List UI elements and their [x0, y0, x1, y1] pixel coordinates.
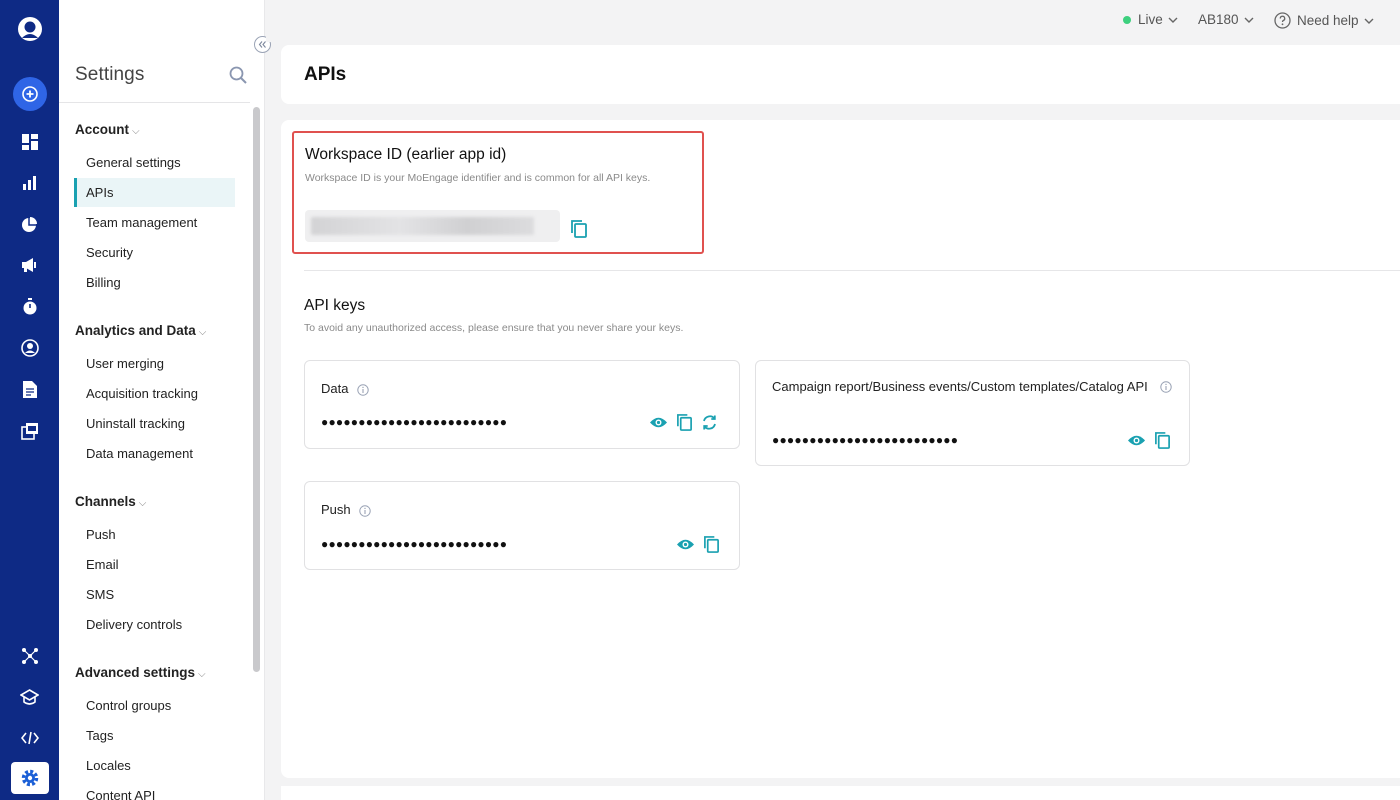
chevron-down-icon: [1244, 17, 1254, 23]
divider: [304, 270, 1400, 271]
workspace-id-description: Workspace ID is your MoEngage identifier…: [305, 172, 651, 184]
timer-icon[interactable]: [0, 297, 59, 315]
sidebar-item-general-settings[interactable]: General settings: [74, 148, 235, 177]
info-icon[interactable]: [357, 383, 369, 396]
sidebar-item-acquisition-tracking[interactable]: Acquisition tracking: [74, 379, 235, 408]
environment-label: Live: [1138, 12, 1163, 27]
footer-strip: [281, 786, 1400, 800]
integrations-icon[interactable]: [0, 646, 59, 666]
eye-icon[interactable]: [1127, 434, 1146, 447]
section-analytics-and-data[interactable]: Analytics and Data ⌵: [75, 323, 206, 338]
workspace-label: AB180: [1198, 12, 1239, 27]
status-dot: [1123, 15, 1131, 24]
api-key-card-data: Data ●●●●●●●●●●●●●●●●●●●●●●●●●: [304, 360, 740, 449]
copy-icon[interactable]: [570, 219, 588, 244]
api-key-masked-value: ●●●●●●●●●●●●●●●●●●●●●●●●●: [772, 433, 959, 447]
sidebar-scrollbar[interactable]: [253, 107, 260, 672]
sidebar-item-locales[interactable]: Locales: [74, 751, 235, 780]
sidebar-item-apis[interactable]: APIs: [74, 178, 235, 207]
sidebar-item-sms[interactable]: SMS: [74, 580, 235, 609]
api-key-name: Data: [321, 379, 369, 399]
create-icon[interactable]: [0, 77, 59, 111]
api-key-masked-value: ●●●●●●●●●●●●●●●●●●●●●●●●●: [321, 537, 508, 551]
workspace-selector[interactable]: AB180: [1198, 12, 1254, 27]
chevron-down-icon: [1168, 17, 1178, 23]
need-help-menu[interactable]: Need help: [1274, 12, 1374, 29]
sidebar-item-security[interactable]: Security: [74, 238, 235, 267]
content-icon[interactable]: [0, 421, 59, 441]
eye-icon[interactable]: [649, 416, 668, 429]
workspace-id-field[interactable]: [305, 210, 560, 242]
user-profile-icon[interactable]: [0, 338, 59, 358]
copy-icon[interactable]: [676, 413, 693, 432]
sidebar-item-data-management[interactable]: Data management: [74, 439, 235, 468]
main-content: Workspace ID (earlier app id) Workspace …: [281, 120, 1400, 778]
analytics-icon[interactable]: [0, 174, 59, 192]
app-nav-rail: [0, 0, 59, 800]
api-keys-title: API keys: [304, 297, 366, 314]
api-key-actions: [676, 535, 720, 554]
academy-icon[interactable]: [0, 687, 59, 707]
copy-icon[interactable]: [1154, 431, 1171, 450]
section-heading: Account: [75, 122, 129, 137]
campaigns-icon[interactable]: [0, 256, 59, 274]
section-channels[interactable]: Channels ⌵: [75, 494, 146, 509]
user-logo-icon[interactable]: [0, 14, 59, 44]
workspace-id-section: Workspace ID (earlier app id) Workspace …: [292, 131, 704, 254]
sidebar-item-team-management[interactable]: Team management: [74, 208, 235, 237]
top-bar: Live AB180 Need help: [266, 0, 1400, 42]
api-key-name-label: Data: [321, 381, 349, 396]
api-key-name-label: Push: [321, 502, 351, 517]
reports-icon[interactable]: [0, 380, 59, 398]
search-icon[interactable]: [229, 66, 247, 89]
chevron-down-icon: ⌵: [198, 669, 206, 680]
eye-icon[interactable]: [676, 538, 695, 551]
api-key-masked-value: ●●●●●●●●●●●●●●●●●●●●●●●●●: [321, 415, 508, 429]
divider: [59, 102, 250, 103]
info-icon[interactable]: [1160, 381, 1172, 393]
sidebar-item-billing[interactable]: Billing: [74, 268, 235, 297]
workspace-id-title: Workspace ID (earlier app id): [305, 146, 507, 163]
page-header: APIs: [281, 45, 1400, 104]
sidebar-title: Settings: [75, 64, 145, 85]
section-heading: Analytics and Data: [75, 323, 196, 338]
chevron-down-icon: ⌵: [198, 327, 207, 338]
api-key-actions: [1127, 431, 1171, 450]
chevron-down-icon: ⌵: [132, 126, 140, 137]
api-key-card-campaign-report: Campaign report/Business events/Custom t…: [755, 360, 1190, 466]
section-heading: Channels: [75, 494, 136, 509]
copy-icon[interactable]: [703, 535, 720, 554]
sidebar-item-push[interactable]: Push: [74, 520, 235, 549]
regenerate-icon[interactable]: [701, 414, 718, 431]
info-icon[interactable]: [359, 504, 371, 517]
segments-icon[interactable]: [0, 215, 59, 233]
sidebar-item-content-api[interactable]: Content API: [74, 781, 235, 800]
api-key-name-label: Campaign report/Business events/Custom t…: [772, 379, 1148, 394]
help-icon: [1274, 12, 1291, 29]
section-heading: Advanced settings: [75, 665, 196, 680]
need-help-label: Need help: [1297, 13, 1359, 28]
sidebar-item-uninstall-tracking[interactable]: Uninstall tracking: [74, 409, 235, 438]
chevron-down-icon: ⌵: [138, 498, 147, 509]
api-key-card-push: Push ●●●●●●●●●●●●●●●●●●●●●●●●●: [304, 481, 740, 570]
api-keys-description: To avoid any unauthorized access, please…: [304, 322, 684, 334]
redacted-value: [311, 217, 534, 235]
developer-icon[interactable]: [0, 728, 59, 748]
sidebar-item-email[interactable]: Email: [74, 550, 235, 579]
api-key-actions: [649, 413, 718, 432]
sidebar-item-user-merging[interactable]: User merging: [74, 349, 235, 378]
page-title: APIs: [304, 64, 347, 85]
environment-selector[interactable]: Live: [1123, 12, 1178, 27]
sidebar-item-delivery-controls[interactable]: Delivery controls: [74, 610, 235, 639]
chevron-down-icon: [1364, 18, 1374, 24]
sidebar-item-tags[interactable]: Tags: [74, 721, 235, 750]
api-key-name: Push: [321, 500, 371, 520]
sidebar-item-control-groups[interactable]: Control groups: [74, 691, 235, 720]
settings-sidebar: Settings Account ⌵ General settings APIs …: [59, 0, 271, 800]
section-advanced-settings[interactable]: Advanced settings ⌵: [75, 665, 206, 680]
dashboard-icon[interactable]: [0, 133, 59, 151]
settings-icon[interactable]: [0, 762, 59, 794]
section-account[interactable]: Account ⌵: [75, 122, 140, 137]
